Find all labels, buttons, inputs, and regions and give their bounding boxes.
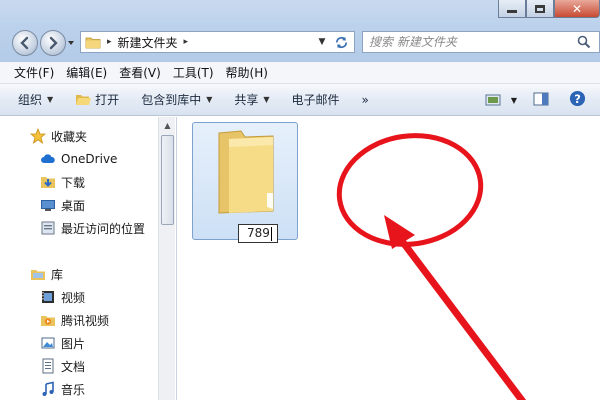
organize-button[interactable]: 组织 ▼	[18, 91, 53, 108]
address-history-dropdown[interactable]: ▼	[314, 32, 330, 52]
nav-item-downloads[interactable]: 下载	[40, 171, 85, 193]
nav-favorites-label: 收藏夹	[51, 129, 88, 144]
desktop-icon	[41, 200, 55, 211]
menu-file[interactable]: 文件(F)	[14, 64, 54, 81]
nav-item-label: 下载	[61, 175, 86, 190]
breadcrumb-separator[interactable]: ▸	[107, 37, 112, 47]
cloud-icon	[41, 154, 55, 163]
organize-caret-icon: ▼	[47, 95, 54, 104]
menu-bar: 文件(F) 编辑(E) 查看(V) 工具(T) 帮助(H)	[0, 62, 600, 84]
search-box[interactable]	[362, 31, 600, 53]
search-input[interactable]	[369, 35, 569, 49]
change-view-button[interactable]: ▼	[485, 93, 517, 107]
open-label: 打开	[95, 93, 120, 107]
include-in-library-button[interactable]: 包含到库中 ▼	[141, 91, 212, 108]
nav-favorites[interactable]: 收藏夹	[30, 125, 87, 147]
share-button[interactable]: 共享 ▼	[234, 91, 269, 108]
pictures-icon	[41, 337, 55, 349]
nav-item-label: 文档	[61, 359, 86, 374]
search-icon[interactable]	[577, 35, 591, 49]
view-icon	[485, 94, 501, 106]
nav-libraries[interactable]: 库	[30, 263, 63, 285]
help-icon: ?	[569, 90, 586, 107]
preview-pane-button[interactable]	[533, 92, 549, 109]
nav-item-music[interactable]: 音乐	[40, 378, 85, 400]
menu-tools[interactable]: 工具(T)	[173, 64, 214, 81]
share-caret-icon: ▼	[263, 95, 270, 104]
nav-scrollbar[interactable]: ▲	[158, 117, 175, 400]
nav-item-label: 最近访问的位置	[61, 221, 146, 236]
refresh-button[interactable]	[330, 33, 352, 51]
organize-label: 组织	[18, 93, 43, 107]
video-icon	[42, 291, 54, 303]
folder-small-icon	[85, 37, 101, 49]
share-label: 共享	[234, 93, 259, 107]
nav-item-label: OneDrive	[61, 152, 118, 166]
rename-textbox[interactable]: 789	[238, 224, 278, 243]
preview-pane-icon	[533, 92, 549, 105]
include-in-library-label: 包含到库中	[141, 93, 202, 107]
email-label: 电子邮件	[291, 93, 340, 107]
star-icon	[30, 128, 46, 144]
recent-pages-dropdown-icon[interactable]	[66, 38, 76, 48]
breadcrumb-current-folder[interactable]: 新建文件夹	[118, 34, 178, 51]
refresh-icon	[335, 36, 347, 48]
menu-edit[interactable]: 编辑(E)	[66, 64, 107, 81]
svg-text:?: ?	[574, 92, 581, 106]
breadcrumb-trailing-arrow[interactable]: ▸	[184, 37, 189, 47]
folder-item-selected[interactable]: 789	[192, 122, 298, 243]
back-arrow-icon	[20, 36, 29, 50]
more-commands-button[interactable]: »	[362, 93, 369, 107]
minimize-icon	[507, 9, 517, 13]
folder-large-icon	[218, 130, 274, 214]
maximize-icon	[535, 4, 545, 13]
nav-item-videos[interactable]: 视频	[40, 286, 85, 308]
recent-places-icon	[41, 221, 55, 235]
tencent-video-icon	[41, 316, 55, 326]
library-icon	[31, 270, 45, 280]
documents-icon	[42, 358, 54, 374]
scroll-up-arrow-icon[interactable]: ▲	[159, 117, 176, 134]
close-button[interactable]: ✕	[554, 0, 600, 18]
nav-item-label: 视频	[61, 290, 86, 305]
window-controls: ✕	[498, 0, 600, 18]
back-button[interactable]	[12, 30, 38, 56]
nav-item-onedrive[interactable]: OneDrive	[40, 148, 117, 170]
address-bar[interactable]: ▸ 新建文件夹 ▸ ▼	[80, 31, 355, 53]
menu-view[interactable]: 查看(V)	[119, 64, 161, 81]
open-button[interactable]: 打开	[75, 91, 119, 108]
downloads-folder-icon	[41, 177, 55, 188]
more-label: »	[361, 92, 369, 107]
nav-item-label: 音乐	[61, 382, 86, 397]
menu-help[interactable]: 帮助(H)	[226, 64, 268, 81]
nav-item-desktop[interactable]: 桌面	[40, 194, 85, 216]
nav-item-label: 桌面	[61, 198, 86, 213]
text-cursor	[270, 226, 272, 241]
minimize-button[interactable]	[498, 0, 526, 18]
close-icon: ✕	[571, 1, 583, 16]
content-pane[interactable]: 789	[177, 117, 600, 400]
forward-button[interactable]	[40, 30, 66, 56]
nav-item-documents[interactable]: 文档	[40, 355, 85, 377]
view-caret-icon: ▼	[510, 95, 517, 105]
nav-item-pictures[interactable]: 图片	[40, 332, 85, 354]
music-icon	[42, 381, 54, 396]
open-folder-icon	[76, 94, 92, 105]
maximize-button[interactable]	[526, 0, 554, 18]
rename-value: 789	[247, 226, 270, 240]
view-controls: ▼ ?	[485, 84, 600, 116]
help-button[interactable]: ?	[569, 90, 586, 110]
command-bar: 组织 ▼ 打开 包含到库中 ▼ 共享 ▼ 电子邮件 » ▼ ?	[0, 84, 600, 116]
email-button[interactable]: 电子邮件	[292, 91, 340, 108]
forward-arrow-icon	[49, 36, 58, 50]
nav-item-recent-places[interactable]: 最近访问的位置	[40, 217, 145, 239]
nav-item-label: 腾讯视频	[61, 313, 110, 328]
scroll-thumb[interactable]	[161, 135, 174, 225]
nav-libraries-label: 库	[51, 267, 64, 282]
include-caret-icon: ▼	[206, 95, 213, 104]
nav-item-label: 图片	[61, 336, 86, 351]
nav-item-tencent-video[interactable]: 腾讯视频	[40, 309, 109, 331]
